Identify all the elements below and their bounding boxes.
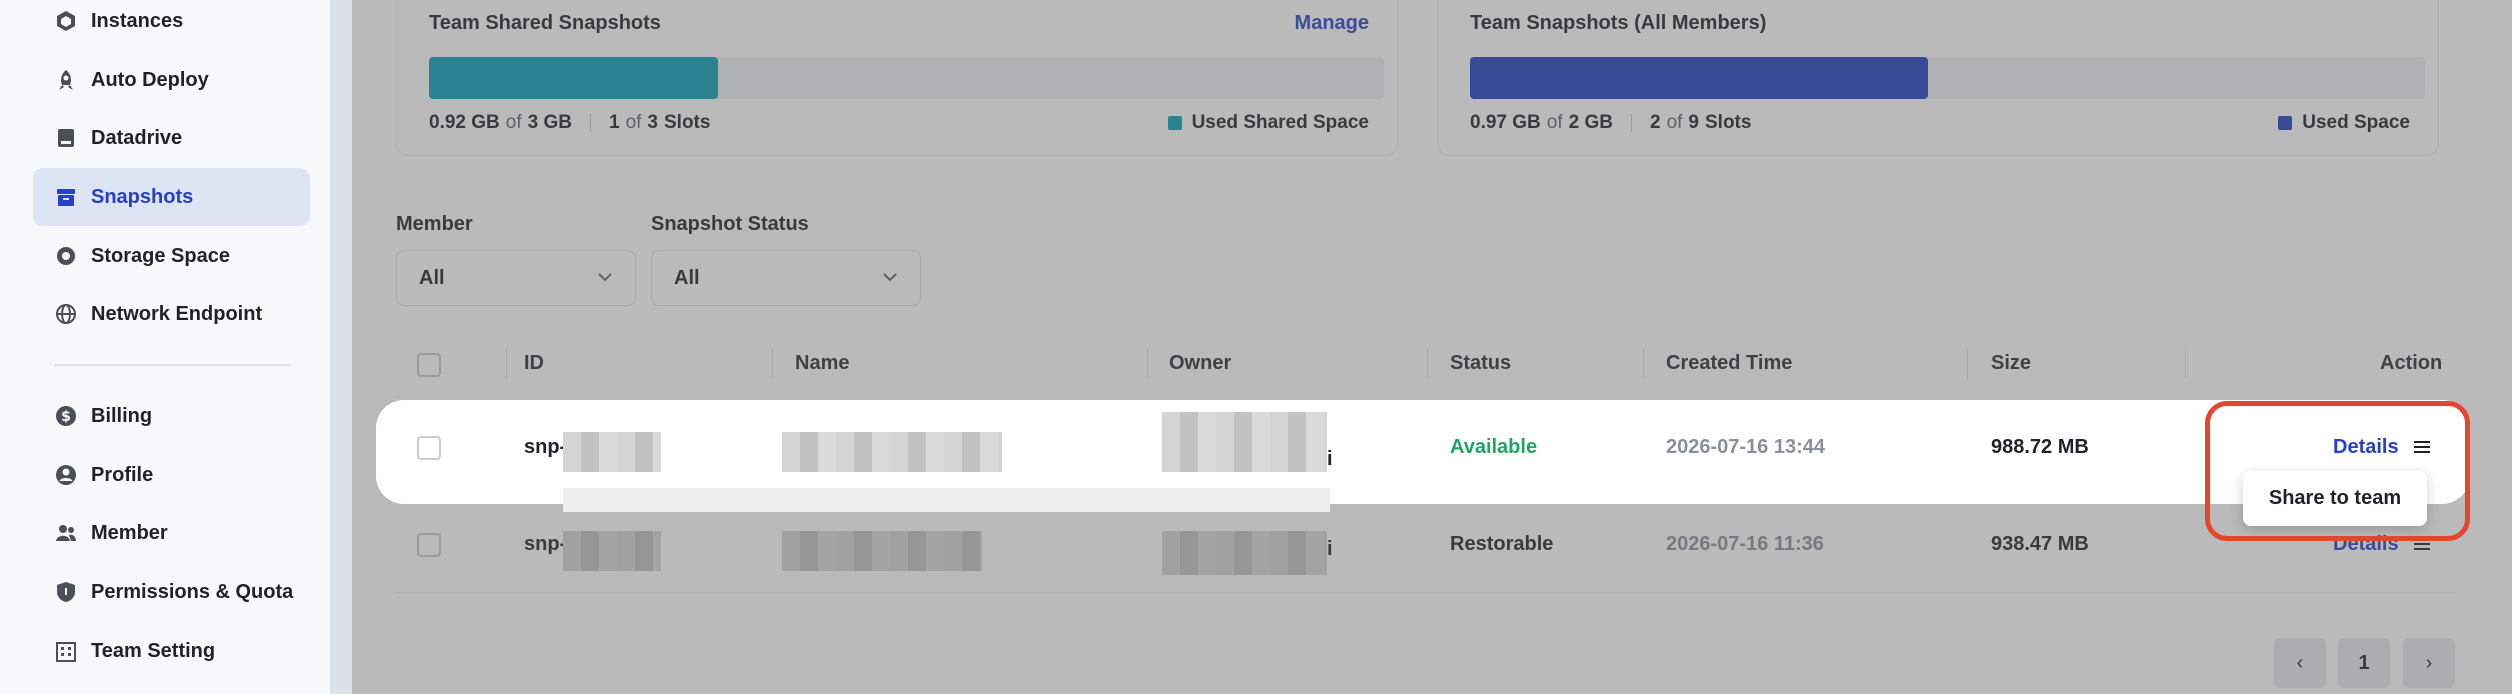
sidebar-item-label: Auto Deploy — [91, 68, 209, 91]
sidebar-item-label: Network Endpoint — [91, 302, 263, 325]
sidebar-divider — [55, 364, 290, 366]
globe-icon — [55, 303, 77, 325]
rocket-icon — [55, 69, 77, 91]
sidebar-border — [330, 0, 352, 694]
sidebar-item-storage-space[interactable]: Storage Space — [33, 227, 310, 285]
sidebar: Instances Auto Deploy Datadrive Snapshot… — [0, 0, 330, 694]
redacted-owner — [1162, 412, 1327, 472]
user-circle-icon — [55, 464, 77, 486]
svg-text:$: $ — [61, 409, 71, 425]
redacted-id — [563, 432, 661, 472]
row-checkbox[interactable] — [417, 436, 441, 460]
sidebar-item-auto-deploy[interactable]: Auto Deploy — [33, 51, 310, 109]
sidebar-item-billing[interactable]: $ Billing — [33, 387, 310, 445]
archive-box-icon — [55, 186, 77, 208]
owner-suffix: i — [1327, 448, 1333, 470]
sidebar-item-datadrive[interactable]: Datadrive — [33, 109, 310, 167]
dollar-circle-icon: $ — [55, 405, 77, 427]
created-time: 2026-07-16 13:44 — [1666, 436, 1826, 458]
dim-overlay — [352, 0, 2512, 694]
sidebar-item-label: Billing — [91, 404, 153, 427]
sidebar-item-team-setting[interactable]: Team Setting — [33, 622, 310, 680]
sidebar-item-label: Snapshots — [91, 185, 194, 208]
sidebar-item-instances[interactable]: Instances — [33, 0, 310, 50]
row-shadow-strip — [563, 488, 1330, 512]
shield-icon — [55, 581, 77, 603]
sidebar-item-label: Member — [91, 521, 168, 544]
hexagon-box-icon — [55, 10, 77, 32]
size-value: 988.72 MB — [1991, 436, 2089, 458]
sidebar-item-label: Datadrive — [91, 126, 183, 149]
snapshot-id-prefix: snp- — [524, 436, 567, 458]
storage-icon — [55, 245, 77, 267]
status-text: Available — [1450, 436, 1538, 458]
sidebar-item-permissions-quota[interactable]: Permissions & Quota — [33, 563, 310, 621]
highlight-box — [2205, 401, 2470, 541]
sidebar-item-snapshots[interactable]: Snapshots — [33, 168, 310, 226]
sidebar-item-label: Storage Space — [91, 244, 230, 267]
building-icon — [55, 640, 77, 662]
redacted-name — [782, 432, 1002, 472]
sidebar-item-label: Permissions & Quota — [91, 580, 294, 603]
drive-icon — [55, 127, 77, 149]
sidebar-item-profile[interactable]: Profile — [33, 446, 310, 504]
sidebar-item-network-endpoint[interactable]: Network Endpoint — [33, 285, 310, 343]
group-icon — [55, 522, 77, 544]
sidebar-item-member[interactable]: Member — [33, 504, 310, 562]
sidebar-item-label: Team Setting — [91, 639, 216, 662]
sidebar-item-label: Instances — [91, 9, 184, 32]
sidebar-item-label: Profile — [91, 463, 154, 486]
